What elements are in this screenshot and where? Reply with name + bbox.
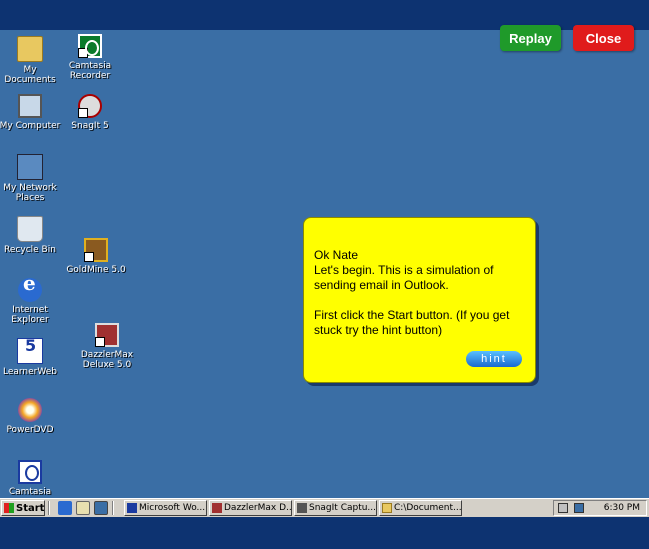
camtasia-recorder-icon <box>78 34 102 58</box>
instruction-line-1: Let's begin. This is a simulation of sen… <box>314 263 494 292</box>
desktop-icon-my-computer[interactable]: My Computer <box>0 94 62 131</box>
instruction-text: Ok Nate Let's begin. This is a simulatio… <box>314 248 532 353</box>
dazzlermax-icon <box>212 503 222 513</box>
desktop-icon-label: SnagIt 5 <box>71 121 109 131</box>
system-tray: 6:30 PM <box>553 500 647 516</box>
task-label: DazzlerMax D... <box>224 503 292 513</box>
desktop-icon-label: DazzlerMax Deluxe 5.0 <box>80 350 134 370</box>
shortcut-arrow-icon <box>95 337 105 347</box>
taskbar-separator <box>112 501 114 515</box>
desktop-icon-learnerweb[interactable]: LearnerWeb <box>0 338 62 377</box>
desktop-icon-snagit[interactable]: SnagIt 5 <box>58 94 122 131</box>
task-button-dazzlermax[interactable]: DazzlerMax D... <box>209 500 292 516</box>
hint-button[interactable]: hint <box>466 351 522 367</box>
goldmine-icon <box>84 238 108 262</box>
task-button-snagit[interactable]: SnagIt Captu... <box>294 500 377 516</box>
quicklaunch-outlook-icon[interactable] <box>76 501 90 515</box>
clock[interactable]: 6:30 PM <box>604 503 640 513</box>
learnerweb-icon <box>17 338 43 364</box>
recycle-bin-icon <box>17 216 43 242</box>
desktop-icon-internet-explorer[interactable]: Internet Explorer <box>0 278 62 325</box>
shortcut-arrow-icon <box>78 48 88 58</box>
camtasia-icon <box>18 460 42 484</box>
task-button-word[interactable]: Microsoft Wo... <box>124 500 207 516</box>
desktop-icon-label: My Documents <box>4 65 56 85</box>
desktop-icon-label: Internet Explorer <box>11 305 49 325</box>
word-icon <box>127 503 137 513</box>
network-tray-icon[interactable] <box>574 503 584 513</box>
greeting-text: Ok Nate <box>314 248 359 262</box>
desktop-icon-my-network-places[interactable]: My Network Places <box>0 154 62 203</box>
snagit-icon <box>78 94 102 118</box>
close-button[interactable]: Close <box>573 25 634 51</box>
dazzlermax-icon <box>95 323 119 347</box>
computer-icon <box>18 94 42 118</box>
volume-icon[interactable] <box>558 503 568 513</box>
desktop-icon-camtasia[interactable]: Camtasia <box>0 460 62 497</box>
taskbar-separator <box>48 501 50 515</box>
internet-explorer-icon <box>18 278 42 302</box>
desktop-icon-label: Camtasia Recorder <box>68 61 112 81</box>
desktop-icon-label: PowerDVD <box>6 425 54 435</box>
instruction-line-2: First click the Start button. (If you ge… <box>314 308 510 337</box>
desktop-icon-powerdvd[interactable]: PowerDVD <box>0 398 62 435</box>
network-places-icon <box>17 154 43 180</box>
desktop-icon-label: LearnerWeb <box>2 367 57 377</box>
shortcut-arrow-icon <box>84 252 94 262</box>
snagit-icon <box>297 503 307 513</box>
desktop-icon-label: My Computer <box>0 121 61 131</box>
task-label: Microsoft Wo... <box>139 503 206 513</box>
taskbar: Start Microsoft Wo... DazzlerMax D... Sn… <box>0 498 649 517</box>
quicklaunch-ie-icon[interactable] <box>58 501 72 515</box>
instruction-callout: Ok Nate Let's begin. This is a simulatio… <box>303 217 536 383</box>
desktop-icon-label: My Network Places <box>3 183 57 203</box>
replay-button[interactable]: Replay <box>500 25 561 51</box>
shortcut-arrow-icon <box>78 108 88 118</box>
powerdvd-icon <box>18 398 42 422</box>
desktop-icon-recycle-bin[interactable]: Recycle Bin <box>0 216 62 255</box>
quicklaunch-desktop-icon[interactable] <box>94 501 108 515</box>
desktop-icon-dazzlermax[interactable]: DazzlerMax Deluxe 5.0 <box>75 323 139 370</box>
folder-documents-icon <box>17 36 43 62</box>
desktop-icon-label: GoldMine 5.0 <box>66 265 126 275</box>
folder-icon <box>382 503 392 513</box>
player-bottom-bar <box>0 517 649 549</box>
task-button-documents[interactable]: C:\Document... <box>379 500 462 516</box>
desktop-icon-label: Camtasia <box>8 487 52 497</box>
task-label: SnagIt Captu... <box>309 503 377 513</box>
task-label: C:\Document... <box>394 503 462 513</box>
desktop-icon-my-documents[interactable]: My Documents <box>0 36 62 85</box>
desktop-icon-goldmine[interactable]: GoldMine 5.0 <box>64 238 128 275</box>
desktop-icon-camtasia-recorder[interactable]: Camtasia Recorder <box>58 34 122 81</box>
start-button[interactable]: Start <box>1 500 45 516</box>
desktop-icon-label: Recycle Bin <box>4 245 56 255</box>
